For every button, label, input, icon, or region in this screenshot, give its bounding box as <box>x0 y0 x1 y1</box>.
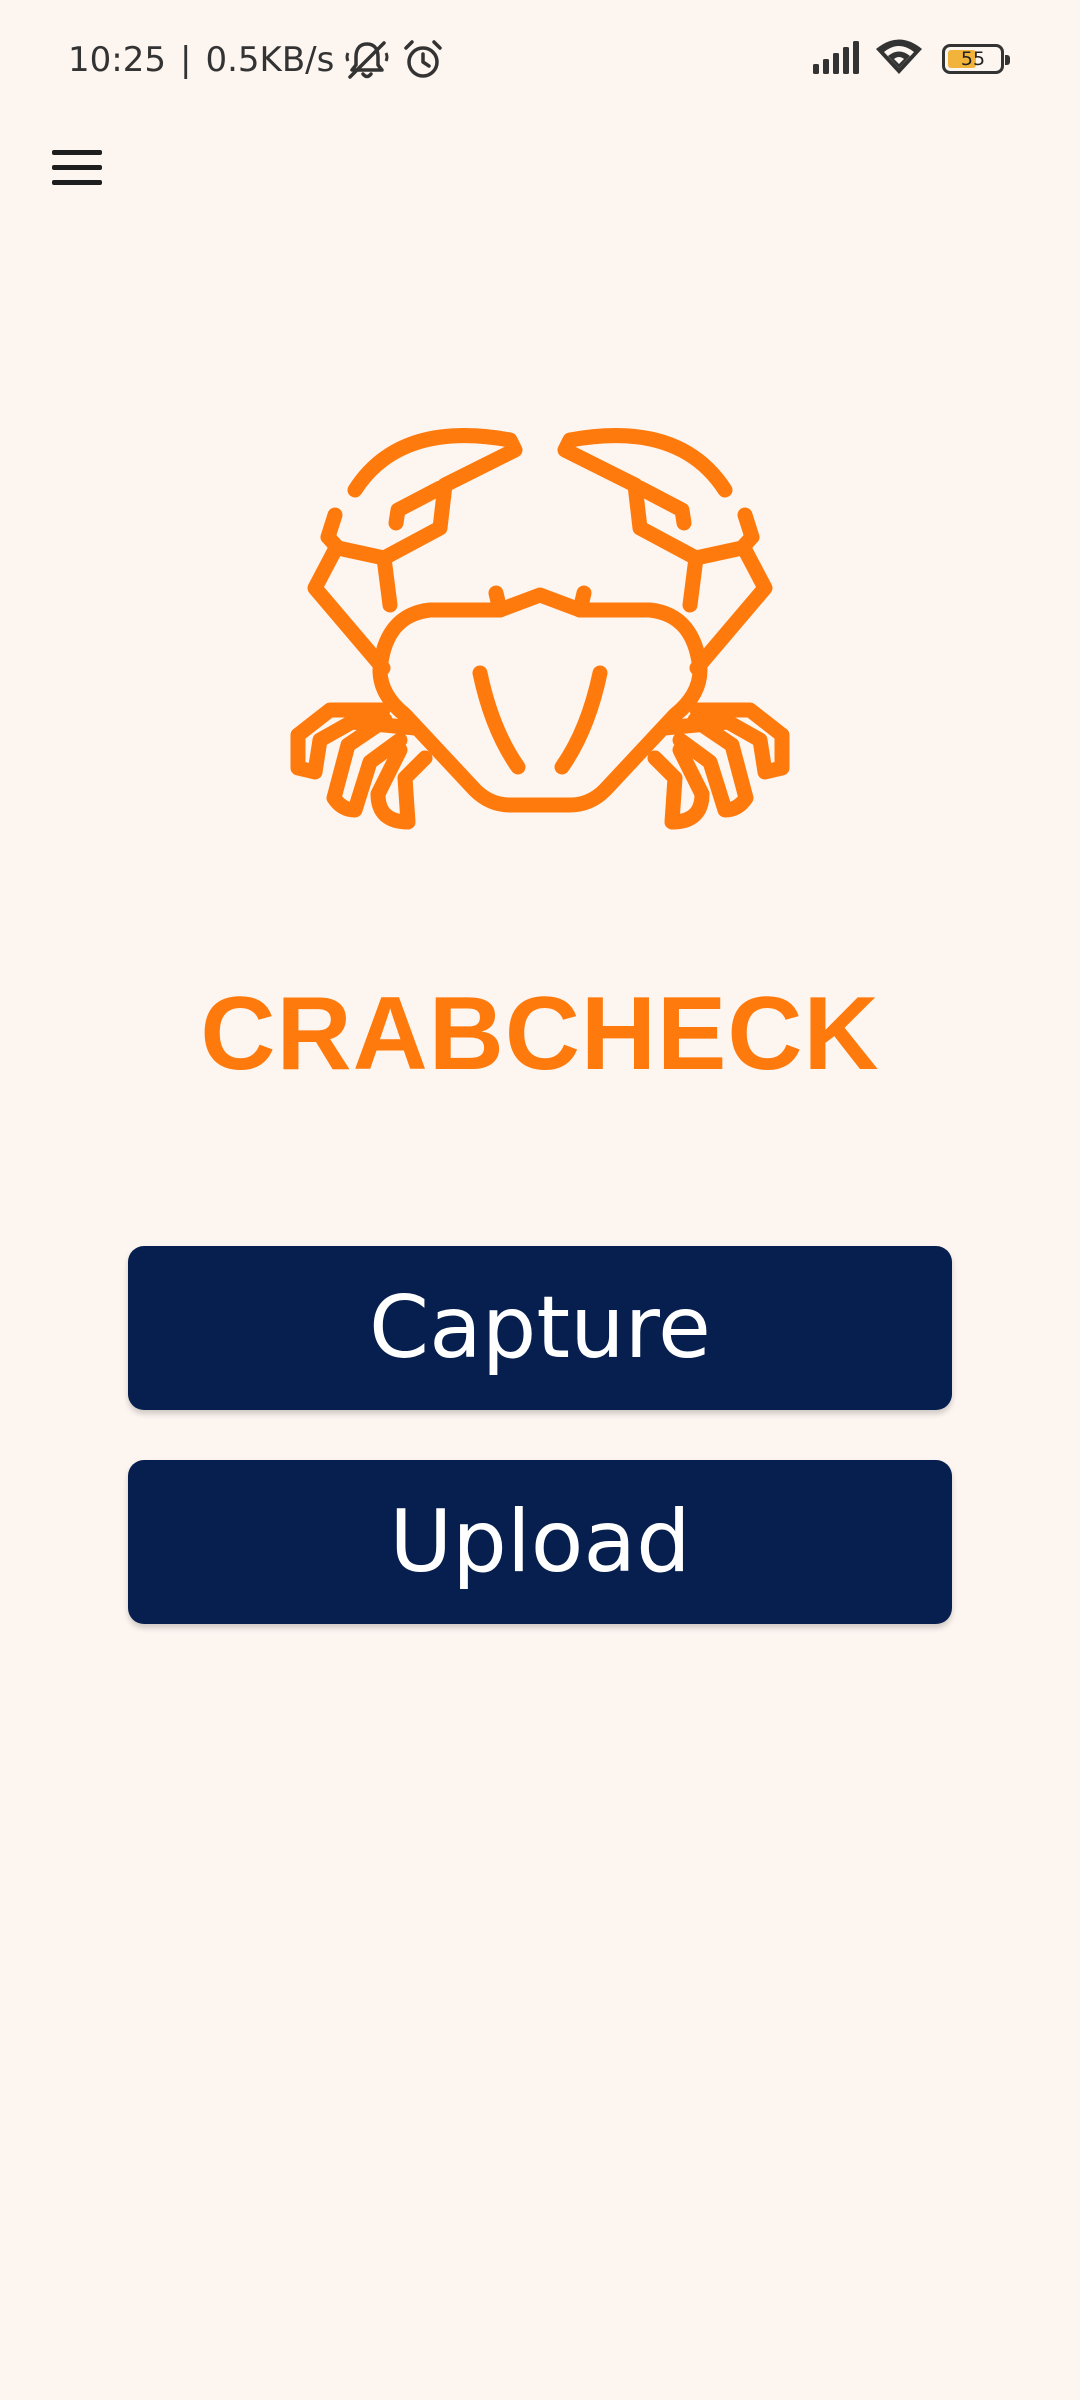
alarm-icon <box>400 37 446 83</box>
hamburger-menu-icon[interactable] <box>52 148 102 188</box>
capture-button[interactable]: Capture <box>128 1246 952 1410</box>
battery-level: 55 <box>960 48 986 70</box>
status-left: 10:25 | 0.5KB/s <box>68 34 446 86</box>
wifi-icon <box>874 38 924 81</box>
signal-icon <box>812 40 862 79</box>
upload-button[interactable]: Upload <box>128 1460 952 1624</box>
network-speed: 0.5KB/s <box>205 40 335 80</box>
status-time: 10:25 <box>68 40 166 80</box>
mute-icon <box>344 37 390 83</box>
battery-icon: 55 <box>942 44 1010 74</box>
status-separator: | <box>179 40 192 80</box>
status-bar: 10:25 | 0.5KB/s 55 <box>0 0 1080 120</box>
crab-icon <box>260 410 820 930</box>
status-right: 55 <box>800 36 1010 82</box>
app-title: CRABCHECK <box>200 976 880 1092</box>
